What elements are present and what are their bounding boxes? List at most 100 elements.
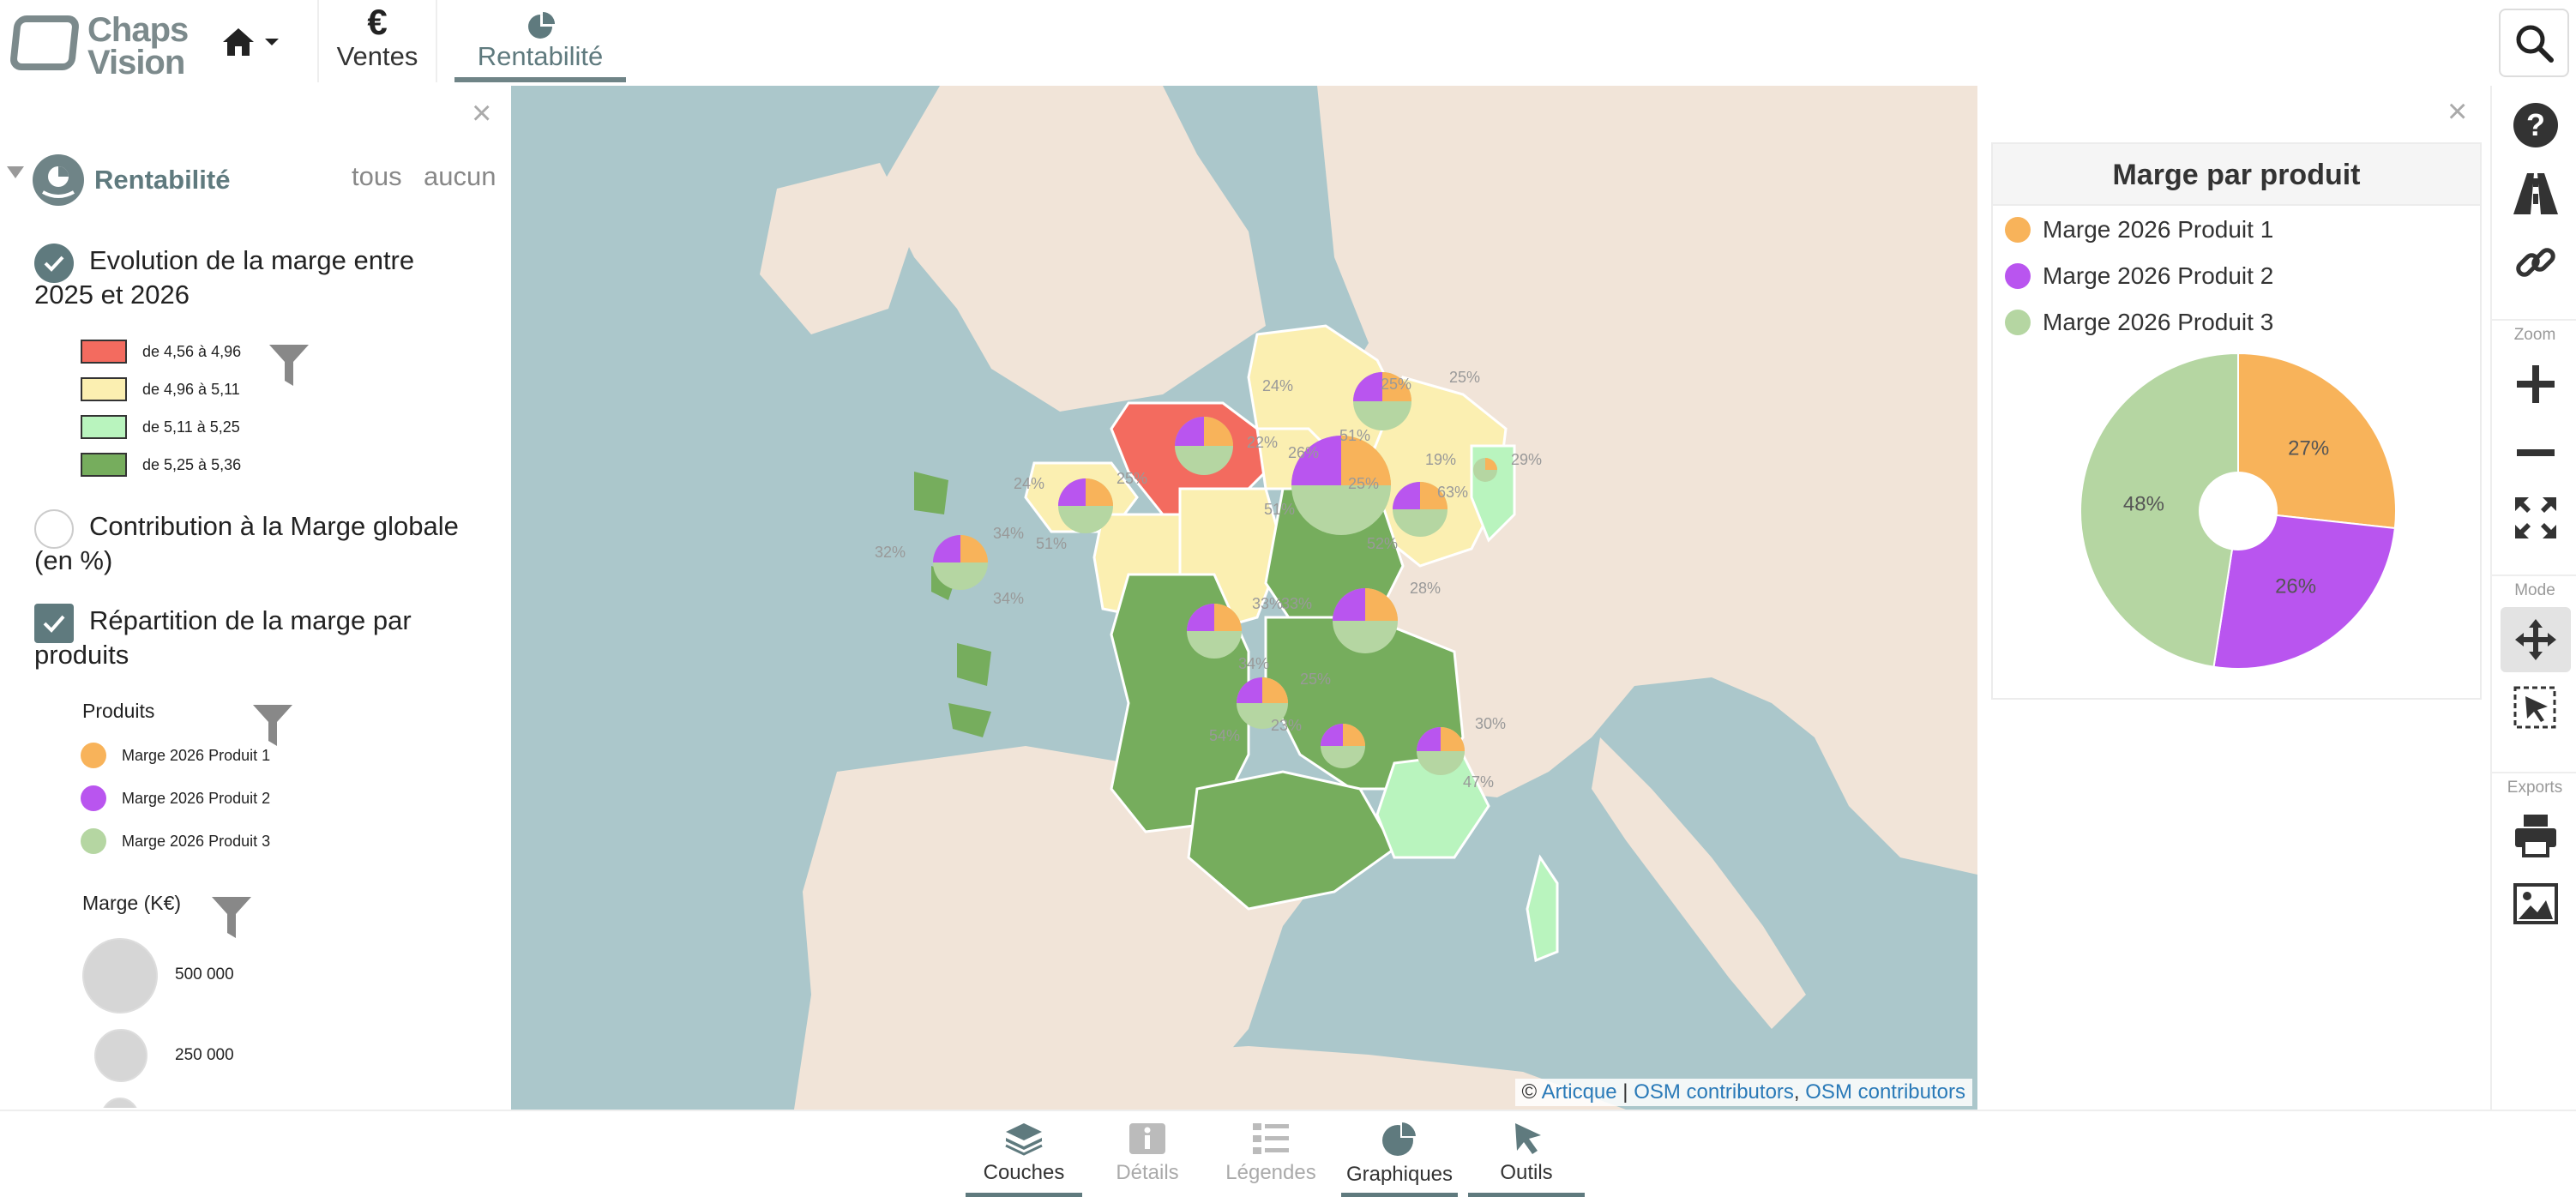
tab-graphiques-label: Graphiques [1345,1163,1454,1186]
island-oleron [948,703,991,737]
legend-product-2: Marge 2026 Produit 2 [81,785,270,811]
home-menu-button[interactable] [221,21,290,63]
pie-label: 25% [1300,671,1331,688]
chart-legend-item-2[interactable]: Marge 2026 Produit 2 [2005,262,2273,290]
size-legend-circle-medium [94,1029,147,1082]
bottom-bar: Couches Détails Légendes Graphiques Outi… [0,1110,2576,1197]
fit-extent-button[interactable] [2501,485,2571,550]
pie-label: 34% [993,590,1024,607]
mode-section-label: Mode [2492,574,2576,600]
legend-label: de 5,11 à 5,25 [142,418,240,436]
chart-legend-item-3[interactable]: Marge 2026 Produit 3 [2005,309,2273,336]
zoom-out-button[interactable] [2501,420,2571,485]
chart-legend-item-1[interactable]: Marge 2026 Produit 1 [2005,216,2273,244]
filter-icon[interactable] [268,343,310,388]
move-icon [2515,619,2556,660]
legend-label: de 5,25 à 5,36 [142,455,242,473]
filter-icon[interactable] [250,703,295,748]
select-all-link[interactable]: tous [352,161,402,192]
zoom-in-button[interactable] [2501,352,2571,417]
export-image-button[interactable] [2501,871,2571,936]
print-button[interactable] [2501,803,2571,868]
group-title: Rentabilité [94,165,231,195]
legend-label: Marge 2026 Produit 2 [122,789,271,807]
tab-outils[interactable]: Outils [1468,1118,1585,1197]
legend-label: Marge 2026 Produit 3 [122,832,271,850]
help-icon: ? [2513,103,2558,147]
tab-couches[interactable]: Couches [966,1118,1082,1197]
chart-panel: × Marge par produit Marge 2026 Produit 1… [1977,86,2490,1110]
layer-checked-icon[interactable] [34,604,74,643]
pie-label: 25% [1381,376,1411,393]
route-button[interactable] [2501,161,2571,226]
chevron-down-icon [265,39,279,45]
search-button[interactable] [2499,9,2569,77]
pie-label: 25% [1348,475,1379,492]
link-icon [2516,248,2555,277]
legend-class-1: de 4,56 à 4,96 [81,340,241,364]
size-legend-label: 250 000 [175,1046,234,1064]
tab-graphiques[interactable]: Graphiques [1341,1118,1458,1197]
attribution-link-articque[interactable]: Articque [1542,1080,1617,1104]
size-legend-label: 500 000 [175,965,234,983]
help-button[interactable]: ? [2501,93,2571,158]
logo-text: Chaps Vision [87,13,189,80]
attribution-link-osm-1[interactable]: OSM contributors [1634,1080,1794,1104]
pie-slice-label: 26% [2275,575,2316,598]
pie-label: 34% [1238,655,1269,672]
pie-label: 33% [1252,595,1283,612]
attribution-link-osm-2[interactable]: OSM contributors [1805,1080,1965,1104]
land-ireland [760,163,914,334]
map-canvas[interactable]: 24% 25% 25% 51% 24% 25% 51% 26% 22% 51% … [511,86,1977,1110]
pan-mode-button[interactable] [2501,607,2571,672]
filter-icon[interactable] [209,895,254,940]
logo-mark [9,15,81,70]
layer-group-rentabilite: Rentabilité tous aucun [7,154,504,206]
layer-checked-icon[interactable] [34,244,74,283]
close-layers-panel-icon[interactable]: × [472,96,491,130]
expand-icon [2515,497,2556,538]
donut-hole [2199,472,2278,550]
road-icon [2513,173,2558,214]
legend-swatch [81,453,127,477]
tab-rentabilite[interactable]: Rentabilité [454,0,626,82]
right-toolbar: ? Zoom Mode Exports [2490,86,2576,1110]
tab-details[interactable]: Détails [1089,1118,1206,1197]
tab-legendes[interactable]: Légendes [1213,1118,1329,1197]
euro-icon: € [367,2,388,42]
collapse-caret-icon[interactable] [7,166,24,178]
legend-label: de 4,96 à 5,11 [142,380,240,398]
pie-label: 26% [1288,444,1319,461]
layer-contribution-marge[interactable]: Contribution à la Marge globale (en %) [34,509,480,578]
pie-label: 54% [1209,727,1240,744]
layer-repartition-produits[interactable]: Répartition de la marge par produits [34,604,480,672]
legend-dot [81,785,106,811]
chapsvision-logo[interactable]: Chaps Vision [9,12,193,80]
products-heading: Produits [82,700,155,722]
pie-label: 33% [1281,595,1312,612]
tab-ventes[interactable]: € Ventes [317,0,437,82]
share-link-button[interactable] [2501,230,2571,295]
printer-icon [2515,815,2556,857]
close-chart-panel-icon[interactable]: × [2447,94,2467,129]
legend-swatch [81,340,127,364]
legend-dot [2005,217,2031,243]
layer-unchecked-icon[interactable] [34,509,74,549]
select-mode-button[interactable] [2501,676,2571,741]
region-corse [1526,854,1559,963]
legend-label: Marge 2026 Produit 2 [2043,262,2274,289]
pie-label: 30% [1475,715,1506,732]
legend-dot [81,743,106,768]
island-re [957,643,991,686]
layer-evolution-marge[interactable]: Evolution de la marge entre 2025 et 2026 [34,244,480,312]
layer-label: Répartition de la marge par produits [34,605,412,670]
select-none-link[interactable]: aucun [424,161,496,192]
legend-swatch [81,377,127,401]
selection-cursor-icon [2513,686,2556,729]
map-attribution: © Articque | OSM contributors, OSM contr… [1514,1079,1972,1106]
legend-label: Marge 2026 Produit 1 [122,746,271,764]
pie-label: 63% [1437,484,1468,501]
pie-label: 25% [1116,470,1147,487]
pie-marker-slice [960,535,988,562]
pie-label: 25% [1449,369,1480,386]
